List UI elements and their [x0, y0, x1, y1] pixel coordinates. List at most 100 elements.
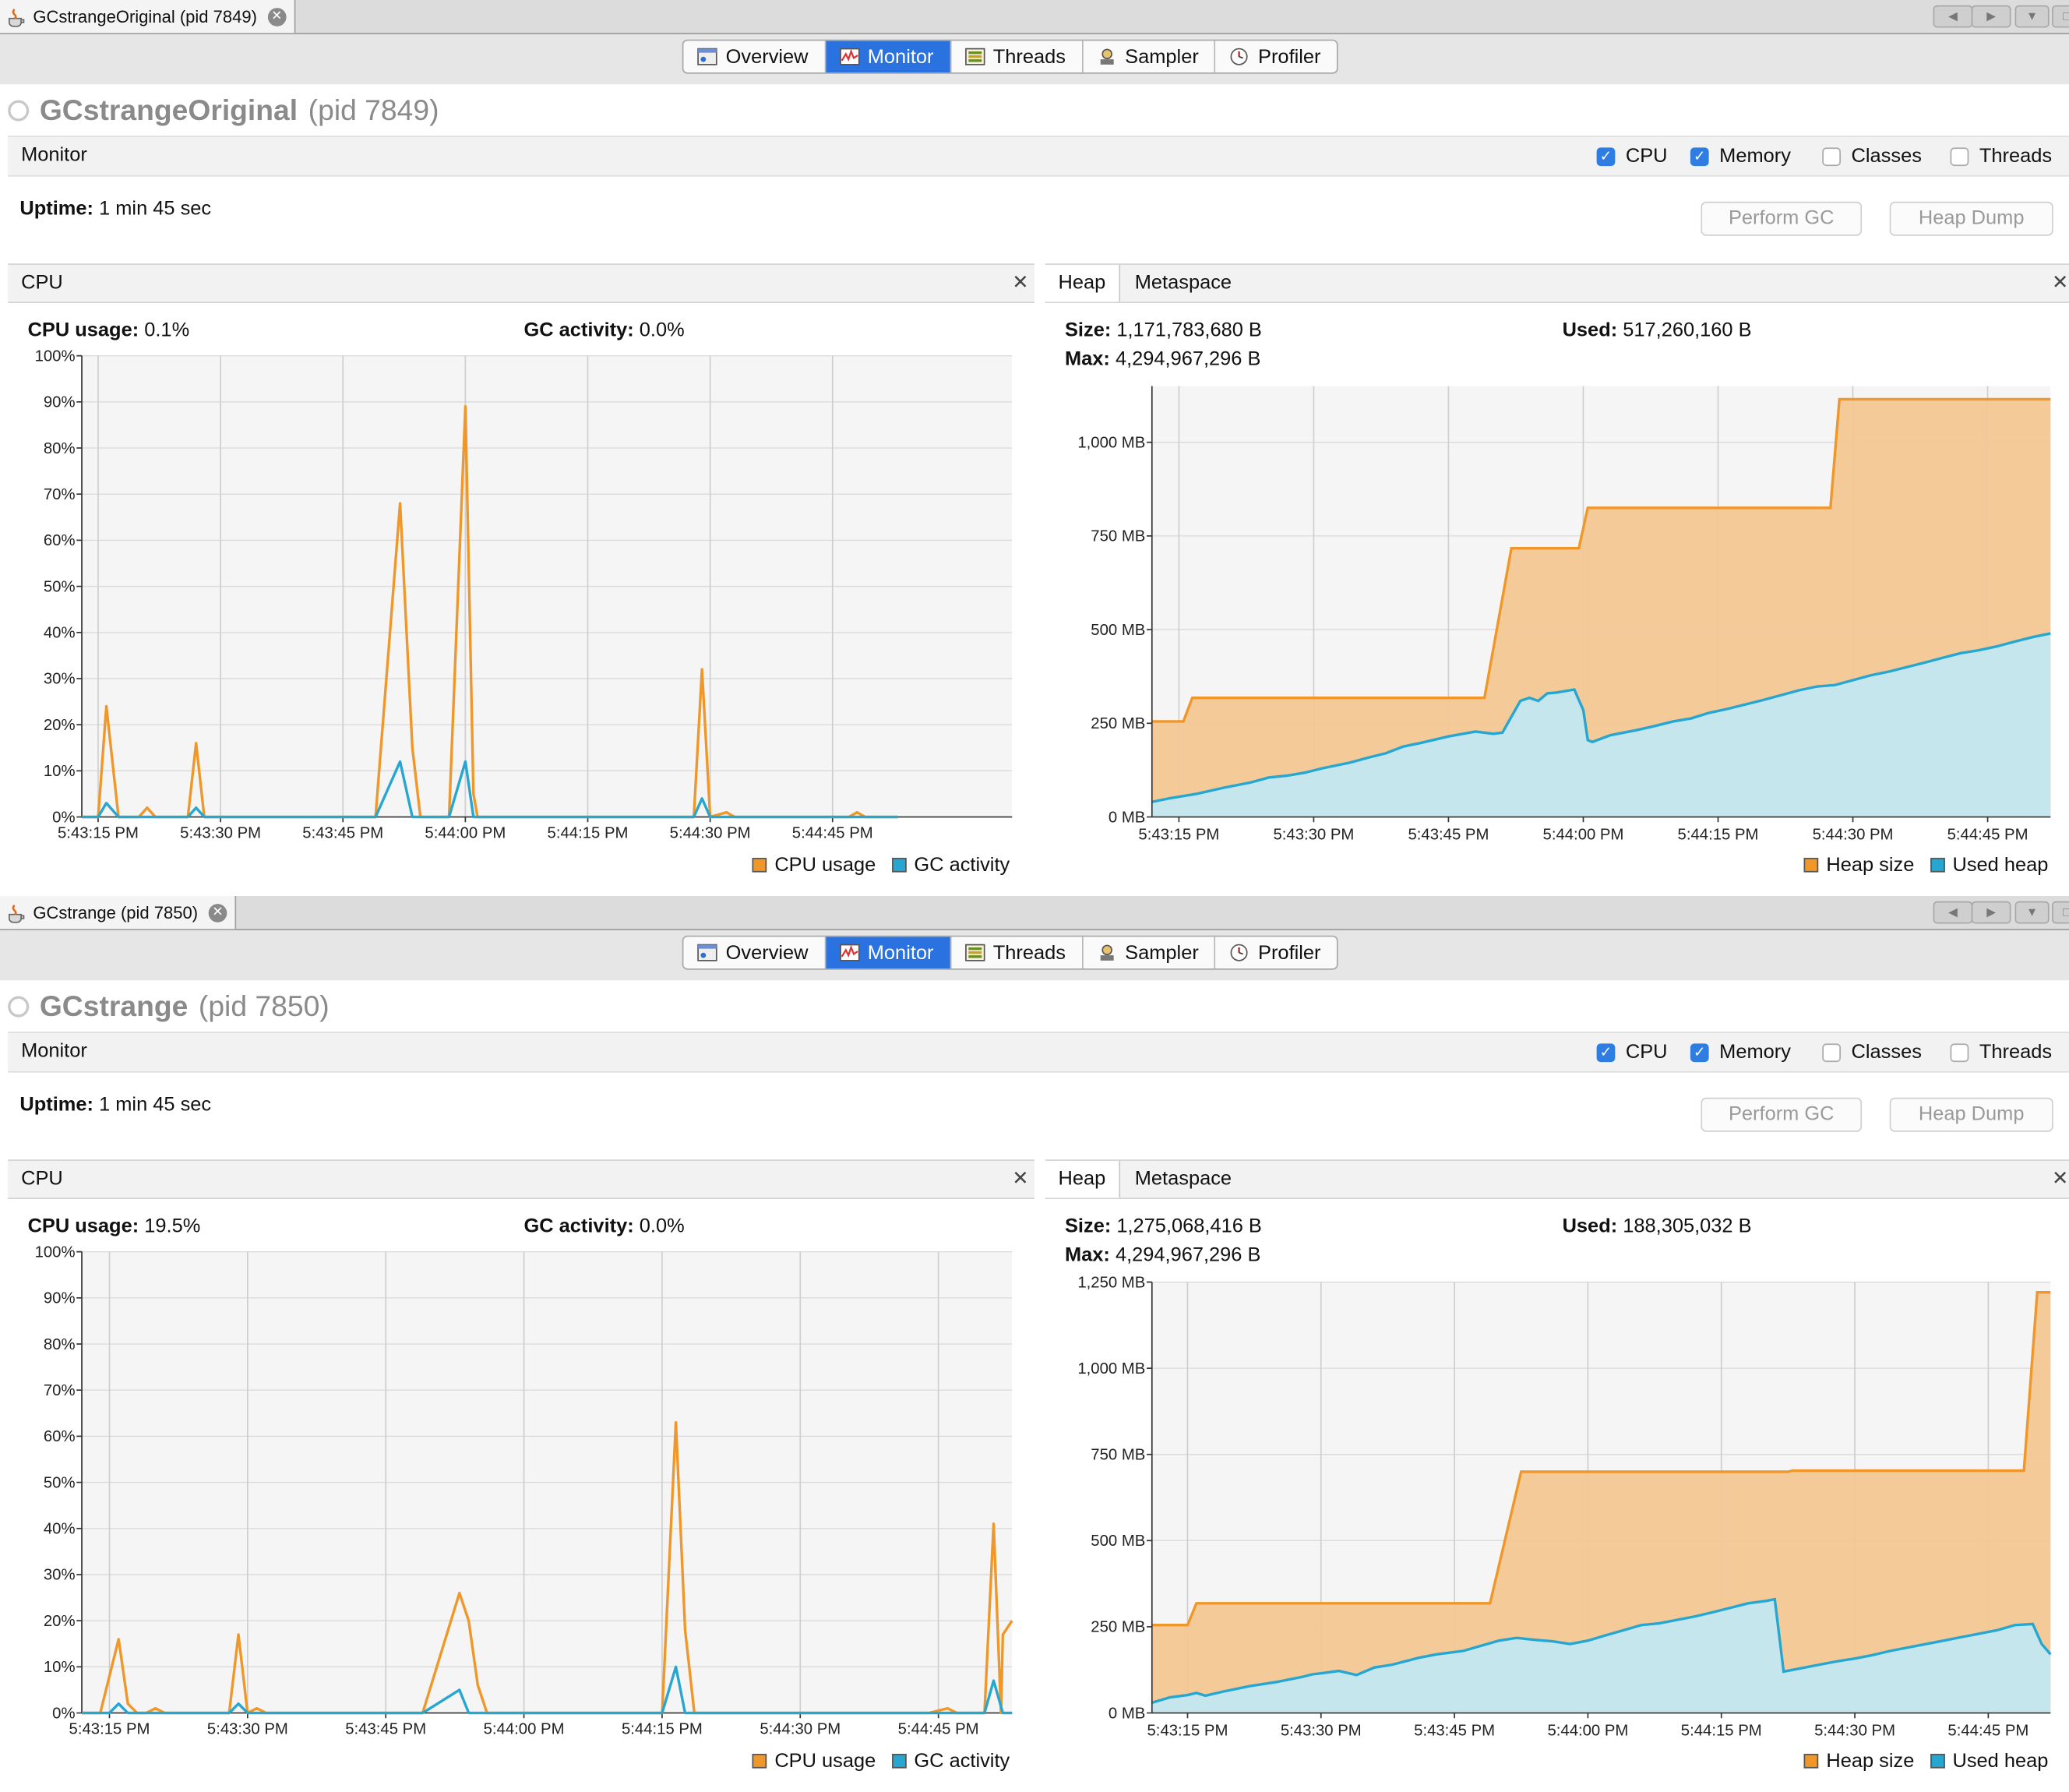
checkmark-icon[interactable]: ✓: [1596, 146, 1616, 166]
metaspace-tab[interactable]: Metaspace: [1122, 265, 1245, 302]
app-panel-inner: GCstrange (pid 7850) ✕ ◀ ▶ ▼ □ Overview M…: [0, 896, 2069, 1792]
checkbox-label: Classes: [1851, 145, 1922, 168]
y-tick-label: 0 MB: [1109, 1705, 1145, 1722]
checkbox-cpu[interactable]: ✓ CPU: [1596, 145, 1668, 168]
gc-activity-label: GC activity:: [523, 319, 634, 342]
application-tab-strip: GCstrange (pid 7850) ✕ ◀ ▶ ▼ □: [0, 896, 2069, 930]
gc-activity-swatch: [891, 857, 907, 873]
heap-used-value: 517,260,160 B: [1623, 319, 1752, 342]
x-tick-label: 5:43:15 PM: [69, 1721, 150, 1738]
tab-sampler[interactable]: Sampler: [1083, 937, 1216, 969]
maximize-button[interactable]: □: [2052, 901, 2069, 924]
perform-gc-button[interactable]: Perform GC: [1701, 1097, 1863, 1132]
cpu-usage-label: CPU usage:: [27, 1215, 139, 1238]
application-title: GCstrangeOriginal (pid 7849): [8, 93, 439, 128]
checkbox-empty-icon[interactable]: [1950, 146, 1969, 166]
uptime-readout: Uptime: 1 min 45 sec: [19, 1094, 211, 1116]
checkmark-icon[interactable]: ✓: [1596, 1042, 1616, 1062]
uptime-readout: Uptime: 1 min 45 sec: [19, 198, 211, 220]
scroll-tabs-right-button[interactable]: ▶: [1971, 901, 2011, 924]
application-tab-label: GCstrange (pid 7850): [33, 902, 199, 922]
tab-threads[interactable]: Threads: [951, 41, 1083, 73]
metaspace-tab[interactable]: Metaspace: [1122, 1161, 1245, 1198]
y-tick-label: 90%: [44, 394, 76, 411]
checkbox-label: Memory: [1719, 145, 1791, 168]
close-cpu-panel-icon[interactable]: ✕: [1012, 270, 1028, 294]
y-tick-label: 1,000 MB: [1077, 1360, 1145, 1378]
tab-overview[interactable]: Overview: [683, 937, 826, 969]
gc-activity-label: GC activity:: [523, 1215, 634, 1238]
heap-tab[interactable]: Heap: [1045, 264, 1120, 302]
application-pid: (pid 7850): [198, 989, 330, 1023]
checkmark-icon[interactable]: ✓: [1690, 1042, 1709, 1062]
checkbox-cpu[interactable]: ✓ CPU: [1596, 1041, 1668, 1064]
tab-label: Monitor: [867, 45, 934, 69]
heap-dump-button[interactable]: Heap Dump: [1889, 201, 2053, 236]
y-tick-label: 80%: [44, 440, 76, 457]
heap-size-readout: Size: 1,171,783,680 B: [1065, 319, 1262, 341]
tab-threads[interactable]: Threads: [951, 937, 1083, 969]
checkbox-threads[interactable]: Threads: [1950, 145, 2052, 168]
heap-size-swatch: [1803, 1753, 1819, 1769]
heap-chart: 1,000 MB 750 MB 500 MB 250 MB 0 MB5:43:15 PM…: [1077, 386, 2051, 843]
tab-label: Sampler: [1125, 941, 1199, 965]
checkmark-icon[interactable]: ✓: [1690, 146, 1709, 166]
tab-profiler[interactable]: Profiler: [1216, 41, 1337, 72]
gc-activity-value: 0.0%: [639, 319, 685, 342]
scroll-tabs-right-button[interactable]: ▶: [1971, 5, 2011, 28]
x-tick-label: 5:43:45 PM: [1414, 1722, 1495, 1739]
y-tick-label: 90%: [44, 1290, 76, 1307]
checkbox-empty-icon[interactable]: [1822, 1042, 1841, 1062]
cpu-panel-header: CPU ✕: [8, 1159, 1035, 1199]
checkbox-classes[interactable]: Classes: [1822, 1041, 1922, 1064]
cpu-legend: CPU usage GC activity: [752, 1749, 1010, 1773]
y-tick-label: 750 MB: [1091, 528, 1145, 545]
tab-profiler[interactable]: Profiler: [1216, 937, 1337, 968]
maximize-button[interactable]: □: [2052, 5, 2069, 28]
checkbox-memory[interactable]: ✓ Memory: [1690, 1041, 1791, 1064]
close-memory-panel-icon[interactable]: ✕: [2052, 270, 2068, 294]
monitor-section-bar: Monitor ✓ CPU ✓ Memory Classes Threads: [8, 136, 2069, 177]
tab-list-dropdown-button[interactable]: ▼: [2014, 901, 2050, 924]
checkbox-memory[interactable]: ✓ Memory: [1690, 145, 1791, 168]
application-tab[interactable]: GCstrange (pid 7850) ✕: [0, 896, 237, 930]
checkbox-empty-icon[interactable]: [1822, 146, 1841, 166]
gc-activity-swatch: [891, 1753, 907, 1769]
cpu-usage-swatch: [752, 1753, 767, 1769]
uptime-label: Uptime:: [19, 197, 94, 220]
application-title: GCstrange (pid 7850): [8, 989, 330, 1024]
tab-list-dropdown-button[interactable]: ▼: [2014, 5, 2050, 28]
close-tab-icon[interactable]: ✕: [208, 903, 227, 922]
perform-gc-button[interactable]: Perform GC: [1701, 201, 1863, 236]
heap-dump-button[interactable]: Heap Dump: [1889, 1097, 2053, 1132]
tab-label: Threads: [992, 941, 1066, 965]
close-memory-panel-icon[interactable]: ✕: [2052, 1166, 2068, 1190]
close-tab-icon[interactable]: ✕: [267, 7, 287, 26]
status-circle-icon: [8, 996, 30, 1018]
cpu-usage-swatch: [752, 857, 767, 873]
tab-label: Monitor: [867, 941, 934, 965]
legend-gc-activity: GC activity: [914, 1749, 1010, 1773]
heap-tab[interactable]: Heap: [1045, 1160, 1120, 1198]
close-cpu-panel-icon[interactable]: ✕: [1012, 1166, 1028, 1190]
sampler-icon: [1099, 944, 1113, 961]
x-tick-label: 5:43:45 PM: [1408, 826, 1489, 843]
tab-sampler[interactable]: Sampler: [1083, 41, 1216, 73]
scroll-tabs-left-button[interactable]: ◀: [1933, 901, 1973, 924]
x-tick-label: 5:43:30 PM: [1281, 1722, 1362, 1739]
checkbox-threads[interactable]: Threads: [1950, 1041, 2052, 1064]
application-tab[interactable]: GCstrangeOriginal (pid 7849) ✕: [0, 0, 296, 34]
scroll-tabs-left-button[interactable]: ◀: [1933, 5, 1973, 28]
checkbox-classes[interactable]: Classes: [1822, 145, 1922, 168]
x-tick-label: 5:44:00 PM: [1547, 1722, 1628, 1739]
uptime-value: 1 min 45 sec: [99, 197, 212, 220]
x-tick-label: 5:43:30 PM: [207, 1721, 288, 1738]
legend-used-heap: Used heap: [1952, 853, 2049, 877]
tab-monitor[interactable]: Monitor: [825, 937, 951, 969]
checkbox-empty-icon[interactable]: [1950, 1042, 1969, 1062]
y-tick-label: 1,000 MB: [1077, 434, 1145, 451]
tab-overview[interactable]: Overview: [683, 41, 826, 73]
tab-monitor[interactable]: Monitor: [825, 41, 951, 73]
heap-size-readout: Size: 1,275,068,416 B: [1065, 1215, 1262, 1237]
x-tick-label: 5:44:45 PM: [792, 825, 873, 842]
